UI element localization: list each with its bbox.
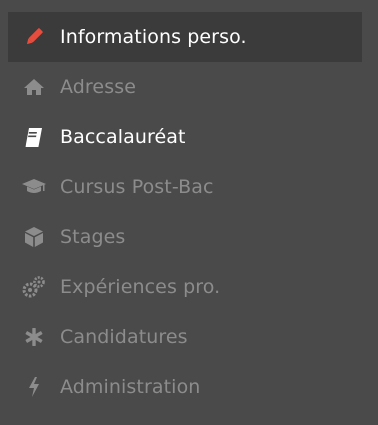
sidebar-item-experiences-pro[interactable]: Expériences pro. (8, 262, 362, 312)
sidebar-item-baccalaureat[interactable]: Baccalauréat (8, 112, 362, 162)
sidebar-item-informations-perso[interactable]: Informations perso. (8, 12, 362, 62)
home-icon (8, 62, 60, 112)
sidebar-item-label: Administration (60, 376, 201, 398)
sidebar-item-label: Informations perso. (60, 26, 247, 48)
sidebar-item-label: Expériences pro. (60, 276, 221, 298)
sidebar-item-label: Adresse (60, 76, 136, 98)
sidebar-item-candidatures[interactable]: Candidatures (8, 312, 362, 362)
graduation-cap-icon (8, 162, 60, 212)
cube-icon (8, 212, 60, 262)
book-icon (8, 112, 60, 162)
sidebar-item-administration[interactable]: Administration (8, 362, 362, 412)
sidebar-nav: Informations perso. Adresse Baccalauréat (0, 0, 378, 425)
sidebar-item-label: Cursus Post-Bac (60, 176, 214, 198)
cogs-icon (8, 262, 60, 312)
bolt-icon (8, 362, 60, 412)
sidebar-item-label: Candidatures (60, 326, 188, 348)
sidebar-item-stages[interactable]: Stages (8, 212, 362, 262)
sidebar-item-label: Baccalauréat (60, 126, 186, 148)
sidebar-item-cursus-post-bac[interactable]: Cursus Post-Bac (8, 162, 362, 212)
sidebar-item-label: Stages (60, 226, 126, 248)
pencil-icon (8, 12, 60, 62)
asterisk-icon (8, 312, 60, 362)
sidebar-item-adresse[interactable]: Adresse (8, 62, 362, 112)
